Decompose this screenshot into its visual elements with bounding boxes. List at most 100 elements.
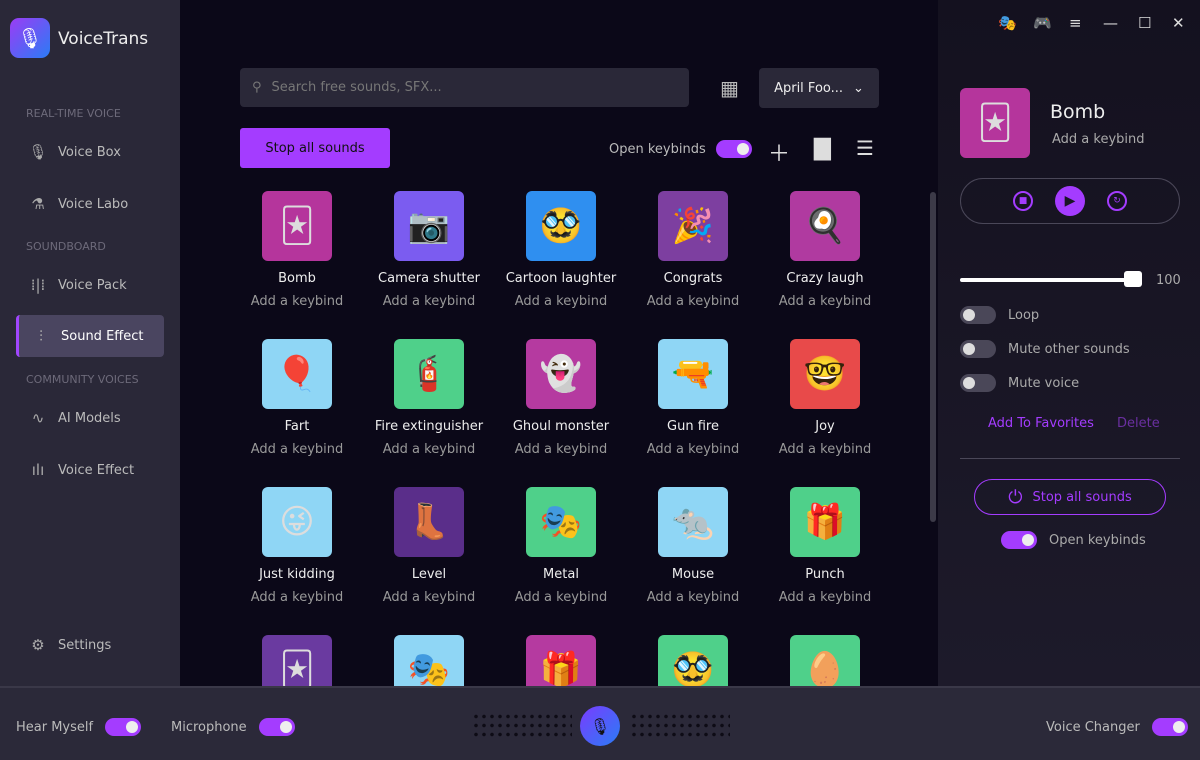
add-keybind-link[interactable]: Add a keybind	[759, 590, 891, 605]
sound-tile[interactable]: 🥚	[759, 635, 891, 686]
open-keybinds-toggle[interactable]	[1001, 531, 1037, 549]
add-keybind-link[interactable]: Add a keybind	[759, 442, 891, 457]
open-keybinds-toggle-row[interactable]: Open keybinds	[609, 140, 752, 158]
sound-tile[interactable]: 👻 Ghoul monster Add a keybind	[495, 339, 627, 457]
voice-changer-toggle[interactable]	[1151, 718, 1188, 736]
minimize-icon[interactable]: —	[1103, 14, 1118, 32]
loop-toggle[interactable]	[960, 306, 996, 324]
hear-myself-control[interactable]: Hear Myself	[16, 718, 142, 736]
stop-all-sounds-button[interactable]: Stop all sounds	[240, 128, 390, 168]
sound-image[interactable]: 🎭	[526, 487, 596, 557]
add-keybind-link[interactable]: Add a keybind	[363, 294, 495, 309]
mute-other-sounds-option[interactable]: Mute other sounds	[960, 340, 1130, 358]
sound-image[interactable]: 🃏	[262, 635, 332, 686]
add-icon[interactable]: ＋	[768, 136, 790, 168]
tile-view-icon[interactable]: ▇	[814, 136, 831, 161]
sound-tile[interactable]: 🎭	[363, 635, 495, 686]
microphone-control[interactable]: Microphone	[171, 718, 295, 736]
add-keybind-link[interactable]: Add a keybind	[363, 442, 495, 457]
volume-slider[interactable]	[960, 271, 1142, 287]
sound-tile[interactable]: 🎁	[495, 635, 627, 686]
list-view-icon[interactable]: ☰	[856, 136, 874, 160]
add-keybind-link[interactable]: Add a keybind	[627, 590, 759, 605]
stop-icon[interactable]: ■	[1013, 191, 1033, 211]
sound-image[interactable]: 🎭	[394, 635, 464, 686]
add-keybind-link[interactable]: Add a keybind	[363, 590, 495, 605]
sound-tile[interactable]: 🤓 Joy Add a keybind	[759, 339, 891, 457]
sound-tile[interactable]: 🧯 Fire extinguisher Add a keybind	[363, 339, 495, 457]
sidebar-item-voice-effect[interactable]: ılı Voice Effect	[16, 449, 164, 491]
sound-image[interactable]: 🤓	[790, 339, 860, 409]
add-keybind-link[interactable]: Add a keybind	[231, 442, 363, 457]
avatar[interactable]: 🎭	[998, 14, 1017, 32]
sound-image[interactable]: 🐀	[658, 487, 728, 557]
scrollbar[interactable]	[930, 192, 936, 522]
microphone-button[interactable]: 🎙︎	[580, 706, 620, 746]
sound-image[interactable]: 🎈	[262, 339, 332, 409]
sound-image[interactable]: 🔫	[658, 339, 728, 409]
add-keybind-link[interactable]: Add a keybind	[231, 590, 363, 605]
sound-tile[interactable]: 🎈 Fart Add a keybind	[231, 339, 363, 457]
sound-image[interactable]: 👢	[394, 487, 464, 557]
sound-image[interactable]: 📷	[394, 191, 464, 261]
add-to-favorites-link[interactable]: Add To Favorites	[988, 416, 1094, 431]
sound-image[interactable]: 🧯	[394, 339, 464, 409]
sound-tile[interactable]: 🍳 Crazy laugh Add a keybind	[759, 191, 891, 309]
sound-image[interactable]: 😜	[262, 487, 332, 557]
add-keybind-link[interactable]: Add a keybind	[759, 294, 891, 309]
add-keybind-link[interactable]: Add a keybind	[1052, 132, 1145, 147]
sound-tile[interactable]: 🃏	[231, 635, 363, 686]
open-keybinds-row[interactable]: Open keybinds	[1001, 531, 1146, 549]
open-keybinds-toggle[interactable]	[715, 140, 752, 158]
delete-link[interactable]: Delete	[1117, 416, 1160, 431]
volume-slider-thumb[interactable]	[1124, 271, 1142, 287]
sound-tile[interactable]: 🥸	[627, 635, 759, 686]
sound-image[interactable]: 🍳	[790, 191, 860, 261]
grid-view-icon[interactable]: ▦	[720, 76, 739, 100]
maximize-icon[interactable]: ☐	[1138, 14, 1151, 32]
add-keybind-link[interactable]: Add a keybind	[627, 442, 759, 457]
add-keybind-link[interactable]: Add a keybind	[495, 590, 627, 605]
add-keybind-link[interactable]: Add a keybind	[495, 294, 627, 309]
sound-tile[interactable]: 🎭 Metal Add a keybind	[495, 487, 627, 605]
search-box[interactable]: ⚲	[240, 68, 689, 107]
add-keybind-link[interactable]: Add a keybind	[495, 442, 627, 457]
sidebar-item-ai-models[interactable]: ∿ AI Models	[16, 397, 164, 439]
mute-voice-toggle[interactable]	[960, 374, 996, 392]
add-keybind-link[interactable]: Add a keybind	[231, 294, 363, 309]
sound-image[interactable]: 🎁	[526, 635, 596, 686]
sound-tile[interactable]: 🎉 Congrats Add a keybind	[627, 191, 759, 309]
sidebar-item-voice-labo[interactable]: ⚗ Voice Labo	[16, 183, 164, 225]
sound-image[interactable]: 🥸	[658, 635, 728, 686]
replay-icon[interactable]: ↻	[1107, 191, 1127, 211]
sound-image[interactable]: 🥸	[526, 191, 596, 261]
mute-other-sounds-toggle[interactable]	[960, 340, 996, 358]
category-dropdown[interactable]: April Foo... ⌄	[759, 68, 879, 108]
sidebar-item-settings[interactable]: ⚙ Settings	[16, 624, 164, 666]
add-keybind-link[interactable]: Add a keybind	[627, 294, 759, 309]
loop-option[interactable]: Loop	[960, 306, 1039, 324]
sidebar-item-voice-box[interactable]: 🎙︎ Voice Box	[16, 131, 164, 173]
sidebar-item-sound-effect[interactable]: ⫶ Sound Effect	[16, 315, 164, 357]
play-icon[interactable]: ▶	[1055, 186, 1085, 216]
hear-myself-toggle[interactable]	[105, 718, 142, 736]
stop-all-sounds-button[interactable]: ⏻ Stop all sounds	[974, 479, 1166, 515]
voice-changer-control[interactable]: Voice Changer	[1046, 718, 1188, 736]
sound-tile[interactable]: 🔫 Gun fire Add a keybind	[627, 339, 759, 457]
sound-image[interactable]: 🃏	[262, 191, 332, 261]
sound-image[interactable]: 🎁	[790, 487, 860, 557]
mute-voice-option[interactable]: Mute voice	[960, 374, 1079, 392]
sound-tile[interactable]: 🥸 Cartoon laughter Add a keybind	[495, 191, 627, 309]
microphone-toggle[interactable]	[258, 718, 295, 736]
discord-icon[interactable]: 🎮	[1033, 14, 1052, 32]
sound-image[interactable]: 🥚	[790, 635, 860, 686]
sidebar-item-voice-pack[interactable]: ⁞|⁞ Voice Pack	[16, 264, 164, 306]
sound-tile[interactable]: 🎁 Punch Add a keybind	[759, 487, 891, 605]
sound-tile[interactable]: 🐀 Mouse Add a keybind	[627, 487, 759, 605]
search-input[interactable]	[271, 80, 652, 95]
sound-tile[interactable]: 😜 Just kidding Add a keybind	[231, 487, 363, 605]
sound-tile[interactable]: 🃏 Bomb Add a keybind	[231, 191, 363, 309]
menu-icon[interactable]: ≡	[1069, 14, 1082, 32]
close-icon[interactable]: ✕	[1172, 14, 1185, 32]
sound-image[interactable]: 👻	[526, 339, 596, 409]
